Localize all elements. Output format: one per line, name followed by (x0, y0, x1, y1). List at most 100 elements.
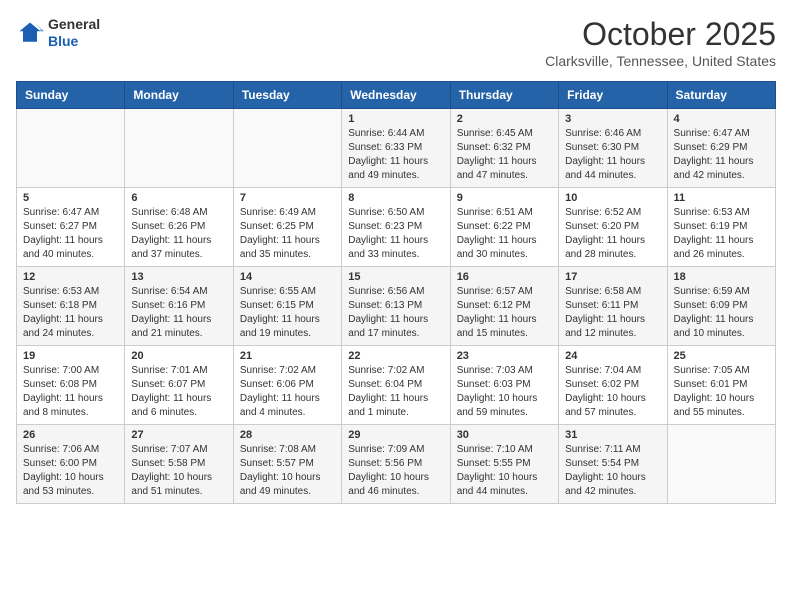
calendar-cell: 26Sunrise: 7:06 AM Sunset: 6:00 PM Dayli… (17, 425, 125, 504)
day-number: 21 (240, 350, 335, 362)
day-number: 3 (565, 113, 660, 125)
logo: General Blue (16, 16, 100, 50)
day-number: 6 (131, 192, 226, 204)
weekday-header-thursday: Thursday (450, 82, 558, 109)
logo-icon (16, 19, 44, 47)
calendar-cell: 25 Sunrise: 7:05 AM Sunset: 6:01 PM Dayli… (667, 346, 775, 425)
calendar-cell: 31Sunrise: 7:11 AM Sunset: 5:54 PM Dayli… (559, 425, 667, 504)
calendar-cell: 20 Sunrise: 7:01 AM Sunset: 6:07 PM Dayli… (125, 346, 233, 425)
day-number: 15 (348, 271, 443, 283)
page-header: General Blue October 2025 Clarksville, T… (16, 16, 776, 69)
day-number: 10 (565, 192, 660, 204)
day-number: 29 (348, 429, 443, 441)
day-number: 11 (674, 192, 769, 204)
day-info: Sunrise: 6:54 AM Sunset: 6:16 PM Dayligh… (131, 285, 226, 341)
calendar-cell: 6 Sunrise: 6:48 AM Sunset: 6:26 PM Daylig… (125, 188, 233, 267)
calendar-cell: 14 Sunrise: 6:55 AM Sunset: 6:15 PM Dayli… (233, 267, 341, 346)
day-info: Sunrise: 6:48 AM Sunset: 6:26 PM Dayligh… (131, 206, 226, 262)
calendar-cell: 3 Sunrise: 6:46 AM Sunset: 6:30 PM Daylig… (559, 109, 667, 188)
day-info: Sunrise: 7:10 AM Sunset: 5:55 PM Dayligh… (457, 443, 552, 499)
day-info: Sunrise: 6:53 AM Sunset: 6:18 PM Dayligh… (23, 285, 118, 341)
day-number: 12 (23, 271, 118, 283)
month-title: October 2025 (545, 16, 776, 53)
day-number: 9 (457, 192, 552, 204)
day-info: Sunrise: 7:01 AM Sunset: 6:07 PM Dayligh… (131, 364, 226, 420)
calendar-cell: 22 Sunrise: 7:02 AM Sunset: 6:04 PM Dayli… (342, 346, 450, 425)
calendar-week-5: 26Sunrise: 7:06 AM Sunset: 6:00 PM Dayli… (17, 425, 776, 504)
day-number: 14 (240, 271, 335, 283)
day-info: Sunrise: 6:50 AM Sunset: 6:23 PM Dayligh… (348, 206, 443, 262)
day-info: Sunrise: 6:49 AM Sunset: 6:25 PM Dayligh… (240, 206, 335, 262)
day-info: Sunrise: 6:45 AM Sunset: 6:32 PM Dayligh… (457, 127, 552, 183)
day-number: 26 (23, 429, 118, 441)
day-number: 24 (565, 350, 660, 362)
calendar-week-3: 12 Sunrise: 6:53 AM Sunset: 6:18 PM Dayli… (17, 267, 776, 346)
calendar-cell (233, 109, 341, 188)
day-number: 25 (674, 350, 769, 362)
day-number: 18 (674, 271, 769, 283)
calendar-cell: 11 Sunrise: 6:53 AM Sunset: 6:19 PM Dayli… (667, 188, 775, 267)
day-info: Sunrise: 7:00 AM Sunset: 6:08 PM Dayligh… (23, 364, 118, 420)
day-info: Sunrise: 6:44 AM Sunset: 6:33 PM Dayligh… (348, 127, 443, 183)
location: Clarksville, Tennessee, United States (545, 53, 776, 69)
weekday-header-sunday: Sunday (17, 82, 125, 109)
day-number: 17 (565, 271, 660, 283)
day-info: Sunrise: 6:53 AM Sunset: 6:19 PM Dayligh… (674, 206, 769, 262)
day-info: Sunrise: 7:02 AM Sunset: 6:04 PM Dayligh… (348, 364, 443, 420)
calendar-cell: 5 Sunrise: 6:47 AM Sunset: 6:27 PM Daylig… (17, 188, 125, 267)
day-number: 4 (674, 113, 769, 125)
weekday-header-tuesday: Tuesday (233, 82, 341, 109)
day-info: Sunrise: 7:04 AM Sunset: 6:02 PM Dayligh… (565, 364, 660, 420)
calendar-cell: 21Sunrise: 7:02 AM Sunset: 6:06 PM Dayli… (233, 346, 341, 425)
weekday-header-row: SundayMondayTuesdayWednesdayThursdayFrid… (17, 82, 776, 109)
calendar-cell (17, 109, 125, 188)
day-info: Sunrise: 6:56 AM Sunset: 6:13 PM Dayligh… (348, 285, 443, 341)
day-number: 8 (348, 192, 443, 204)
day-info: Sunrise: 7:11 AM Sunset: 5:54 PM Dayligh… (565, 443, 660, 499)
calendar-cell: 8 Sunrise: 6:50 AM Sunset: 6:23 PM Daylig… (342, 188, 450, 267)
calendar-week-2: 5 Sunrise: 6:47 AM Sunset: 6:27 PM Daylig… (17, 188, 776, 267)
day-number: 2 (457, 113, 552, 125)
calendar-cell: 24 Sunrise: 7:04 AM Sunset: 6:02 PM Dayli… (559, 346, 667, 425)
day-number: 5 (23, 192, 118, 204)
day-info: Sunrise: 7:09 AM Sunset: 5:56 PM Dayligh… (348, 443, 443, 499)
calendar-table: SundayMondayTuesdayWednesdayThursdayFrid… (16, 81, 776, 504)
calendar-cell: 16Sunrise: 6:57 AM Sunset: 6:12 PM Dayli… (450, 267, 558, 346)
calendar-cell: 29 Sunrise: 7:09 AM Sunset: 5:56 PM Dayli… (342, 425, 450, 504)
day-number: 7 (240, 192, 335, 204)
day-info: Sunrise: 7:08 AM Sunset: 5:57 PM Dayligh… (240, 443, 335, 499)
day-number: 23 (457, 350, 552, 362)
weekday-header-saturday: Saturday (667, 82, 775, 109)
calendar-cell: 2 Sunrise: 6:45 AM Sunset: 6:32 PM Daylig… (450, 109, 558, 188)
calendar-cell: 28 Sunrise: 7:08 AM Sunset: 5:57 PM Dayli… (233, 425, 341, 504)
day-info: Sunrise: 6:46 AM Sunset: 6:30 PM Dayligh… (565, 127, 660, 183)
day-info: Sunrise: 7:05 AM Sunset: 6:01 PM Dayligh… (674, 364, 769, 420)
day-info: Sunrise: 6:58 AM Sunset: 6:11 PM Dayligh… (565, 285, 660, 341)
calendar-cell: 17 Sunrise: 6:58 AM Sunset: 6:11 PM Dayli… (559, 267, 667, 346)
day-info: Sunrise: 7:07 AM Sunset: 5:58 PM Dayligh… (131, 443, 226, 499)
weekday-header-wednesday: Wednesday (342, 82, 450, 109)
day-info: Sunrise: 6:55 AM Sunset: 6:15 PM Dayligh… (240, 285, 335, 341)
calendar-cell: 1Sunrise: 6:44 AM Sunset: 6:33 PM Daylig… (342, 109, 450, 188)
calendar-cell (667, 425, 775, 504)
calendar-cell: 7 Sunrise: 6:49 AM Sunset: 6:25 PM Daylig… (233, 188, 341, 267)
calendar-cell: 10 Sunrise: 6:52 AM Sunset: 6:20 PM Dayli… (559, 188, 667, 267)
calendar-cell: 9 Sunrise: 6:51 AM Sunset: 6:22 PM Daylig… (450, 188, 558, 267)
calendar-cell: 18 Sunrise: 6:59 AM Sunset: 6:09 PM Dayli… (667, 267, 775, 346)
day-number: 22 (348, 350, 443, 362)
day-number: 28 (240, 429, 335, 441)
day-number: 30 (457, 429, 552, 441)
day-info: Sunrise: 6:52 AM Sunset: 6:20 PM Dayligh… (565, 206, 660, 262)
weekday-header-monday: Monday (125, 82, 233, 109)
day-info: Sunrise: 6:47 AM Sunset: 6:27 PM Dayligh… (23, 206, 118, 262)
calendar-week-4: 19Sunrise: 7:00 AM Sunset: 6:08 PM Dayli… (17, 346, 776, 425)
calendar-cell: 30 Sunrise: 7:10 AM Sunset: 5:55 PM Dayli… (450, 425, 558, 504)
day-info: Sunrise: 6:51 AM Sunset: 6:22 PM Dayligh… (457, 206, 552, 262)
day-info: Sunrise: 6:59 AM Sunset: 6:09 PM Dayligh… (674, 285, 769, 341)
calendar-cell: 13 Sunrise: 6:54 AM Sunset: 6:16 PM Dayli… (125, 267, 233, 346)
day-info: Sunrise: 6:47 AM Sunset: 6:29 PM Dayligh… (674, 127, 769, 183)
day-number: 13 (131, 271, 226, 283)
day-number: 20 (131, 350, 226, 362)
title-block: October 2025 Clarksville, Tennessee, Uni… (545, 16, 776, 69)
day-number: 16 (457, 271, 552, 283)
